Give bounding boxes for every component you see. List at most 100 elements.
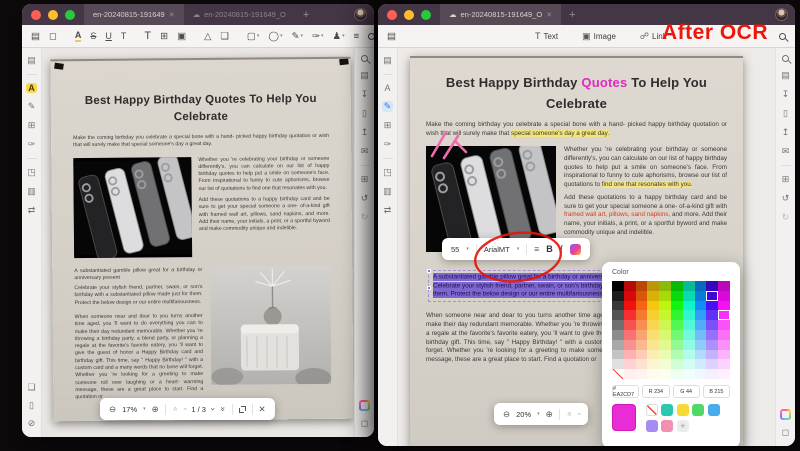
search-icon[interactable]: [361, 55, 368, 62]
color-cell[interactable]: [647, 340, 659, 350]
color-cell[interactable]: [612, 350, 624, 360]
document-canvas[interactable]: Best Happy Birthday Quotes To Help You C…: [42, 48, 354, 437]
color-cell[interactable]: [706, 310, 718, 320]
forms-icon[interactable]: ⊞: [384, 120, 392, 131]
secure-document-icon[interactable]: ▯: [362, 108, 367, 119]
color-cell[interactable]: [706, 320, 718, 330]
color-cell[interactable]: [718, 330, 730, 340]
no-color-swatch[interactable]: [646, 404, 658, 416]
color-cell[interactable]: [612, 369, 624, 379]
color-cell[interactable]: [659, 350, 671, 360]
circle-shape-tool[interactable]: ◯▾: [268, 31, 282, 42]
zoom-in-button[interactable]: ⊕: [546, 409, 553, 420]
redo-icon[interactable]: ↻: [782, 212, 790, 223]
annotate-mode-icon-selected[interactable]: A: [26, 83, 37, 93]
pen-tool[interactable]: ✎▾: [292, 31, 303, 42]
color-cell[interactable]: [718, 281, 730, 291]
preset-color-swatch[interactable]: [646, 420, 658, 432]
color-cell[interactable]: [659, 369, 671, 379]
selection-handle[interactable]: [427, 286, 431, 290]
share-icon[interactable]: ↥: [361, 127, 369, 138]
feedback-chat-icon[interactable]: ◻: [361, 418, 368, 429]
close-window-button[interactable]: [31, 10, 41, 20]
bold-button[interactable]: B: [546, 244, 553, 254]
color-cell[interactable]: [683, 330, 695, 340]
zoom-in-button[interactable]: ⊕: [152, 404, 159, 415]
color-cell[interactable]: [695, 330, 707, 340]
document-canvas[interactable]: Best Happy Birthday Quotes To Help You C…: [398, 48, 775, 446]
ocr-icon[interactable]: ▥: [383, 186, 392, 197]
add-text-tool-icon[interactable]: T: [144, 30, 151, 42]
color-cell[interactable]: [659, 340, 671, 350]
color-cell[interactable]: [718, 310, 730, 320]
send-mail-icon[interactable]: ✉: [361, 146, 369, 157]
ocr-icon[interactable]: ▥: [27, 186, 36, 197]
tab-document-2[interactable]: ☁ en-20240815-191649_O: [184, 4, 295, 25]
color-cell[interactable]: [612, 301, 624, 311]
color-cell[interactable]: [718, 369, 730, 379]
color-cell[interactable]: [695, 301, 707, 311]
color-cell[interactable]: [636, 350, 648, 360]
last-page-button[interactable]: »: [218, 407, 228, 412]
color-cell[interactable]: [695, 291, 707, 301]
color-cell[interactable]: [636, 291, 648, 301]
color-cell[interactable]: [647, 359, 659, 369]
color-cell[interactable]: [718, 350, 730, 360]
color-cell[interactable]: [659, 320, 671, 330]
color-cell[interactable]: [624, 369, 636, 379]
color-cell[interactable]: [612, 359, 624, 369]
color-cell[interactable]: [647, 301, 659, 311]
color-cell[interactable]: [624, 281, 636, 291]
account-avatar[interactable]: [354, 8, 367, 21]
color-cell[interactable]: [706, 350, 718, 360]
share-icon[interactable]: ↥: [782, 127, 790, 138]
color-cell[interactable]: [636, 369, 648, 379]
send-mail-icon[interactable]: ✉: [782, 146, 790, 157]
previous-page-button[interactable]: ›: [573, 413, 583, 416]
color-cell[interactable]: [612, 281, 624, 291]
page-panel-icon[interactable]: ▤: [387, 31, 396, 42]
page-grid-icon[interactable]: ⊞: [361, 174, 369, 185]
stamps-icon[interactable]: ❏: [27, 382, 35, 393]
zoom-level[interactable]: 17%: [122, 405, 137, 414]
search-icon[interactable]: [779, 33, 786, 40]
color-cell[interactable]: [706, 359, 718, 369]
color-cell[interactable]: [683, 281, 695, 291]
color-cell[interactable]: [718, 359, 730, 369]
add-color-button[interactable]: +: [677, 420, 689, 432]
color-cell[interactable]: [647, 291, 659, 301]
attachment-icon[interactable]: ⊘: [28, 418, 36, 429]
color-cell[interactable]: [718, 301, 730, 311]
edit-pdf-icon-selected[interactable]: ✎: [382, 101, 394, 112]
color-cell[interactable]: [671, 350, 683, 360]
font-family-value[interactable]: ArialMT: [484, 245, 510, 254]
minimize-window-button[interactable]: [404, 10, 414, 20]
color-cell[interactable]: [659, 359, 671, 369]
color-cell[interactable]: [671, 320, 683, 330]
color-cell[interactable]: [706, 369, 718, 379]
comment-tool-icon[interactable]: ◻: [49, 31, 57, 42]
color-cell[interactable]: [659, 330, 671, 340]
page-indicator[interactable]: 1 / 3: [191, 405, 206, 414]
crop-icon[interactable]: ◳: [27, 167, 36, 178]
first-page-button[interactable]: »: [169, 407, 179, 412]
next-page-button[interactable]: ›: [208, 408, 218, 411]
color-cell[interactable]: [706, 281, 718, 291]
color-cell[interactable]: [612, 310, 624, 320]
fill-sign-icon[interactable]: ✑: [384, 139, 392, 150]
secure-document-icon[interactable]: ▯: [783, 108, 788, 119]
preset-color-swatch[interactable]: [661, 420, 673, 432]
preset-color-swatch[interactable]: [692, 404, 704, 416]
close-zoom-bar-icon[interactable]: ✕: [259, 404, 266, 415]
tab-document-1[interactable]: en-20240815-191649 ✕: [84, 4, 184, 25]
zoom-level[interactable]: 20%: [516, 410, 531, 419]
red-field[interactable]: R 234: [642, 385, 669, 398]
fill-sign-icon[interactable]: ✑: [28, 139, 36, 150]
highlight-tool-icon[interactable]: A: [75, 30, 82, 42]
zoom-window-button[interactable]: [421, 10, 431, 20]
zoom-dropdown-icon[interactable]: ▾: [143, 406, 146, 412]
typewriter-tool-icon[interactable]: △: [204, 31, 211, 42]
undo-icon[interactable]: ↺: [782, 193, 790, 204]
edit-pdf-icon[interactable]: ✎: [28, 101, 36, 112]
square-shape-tool[interactable]: ▢▾: [247, 31, 260, 42]
